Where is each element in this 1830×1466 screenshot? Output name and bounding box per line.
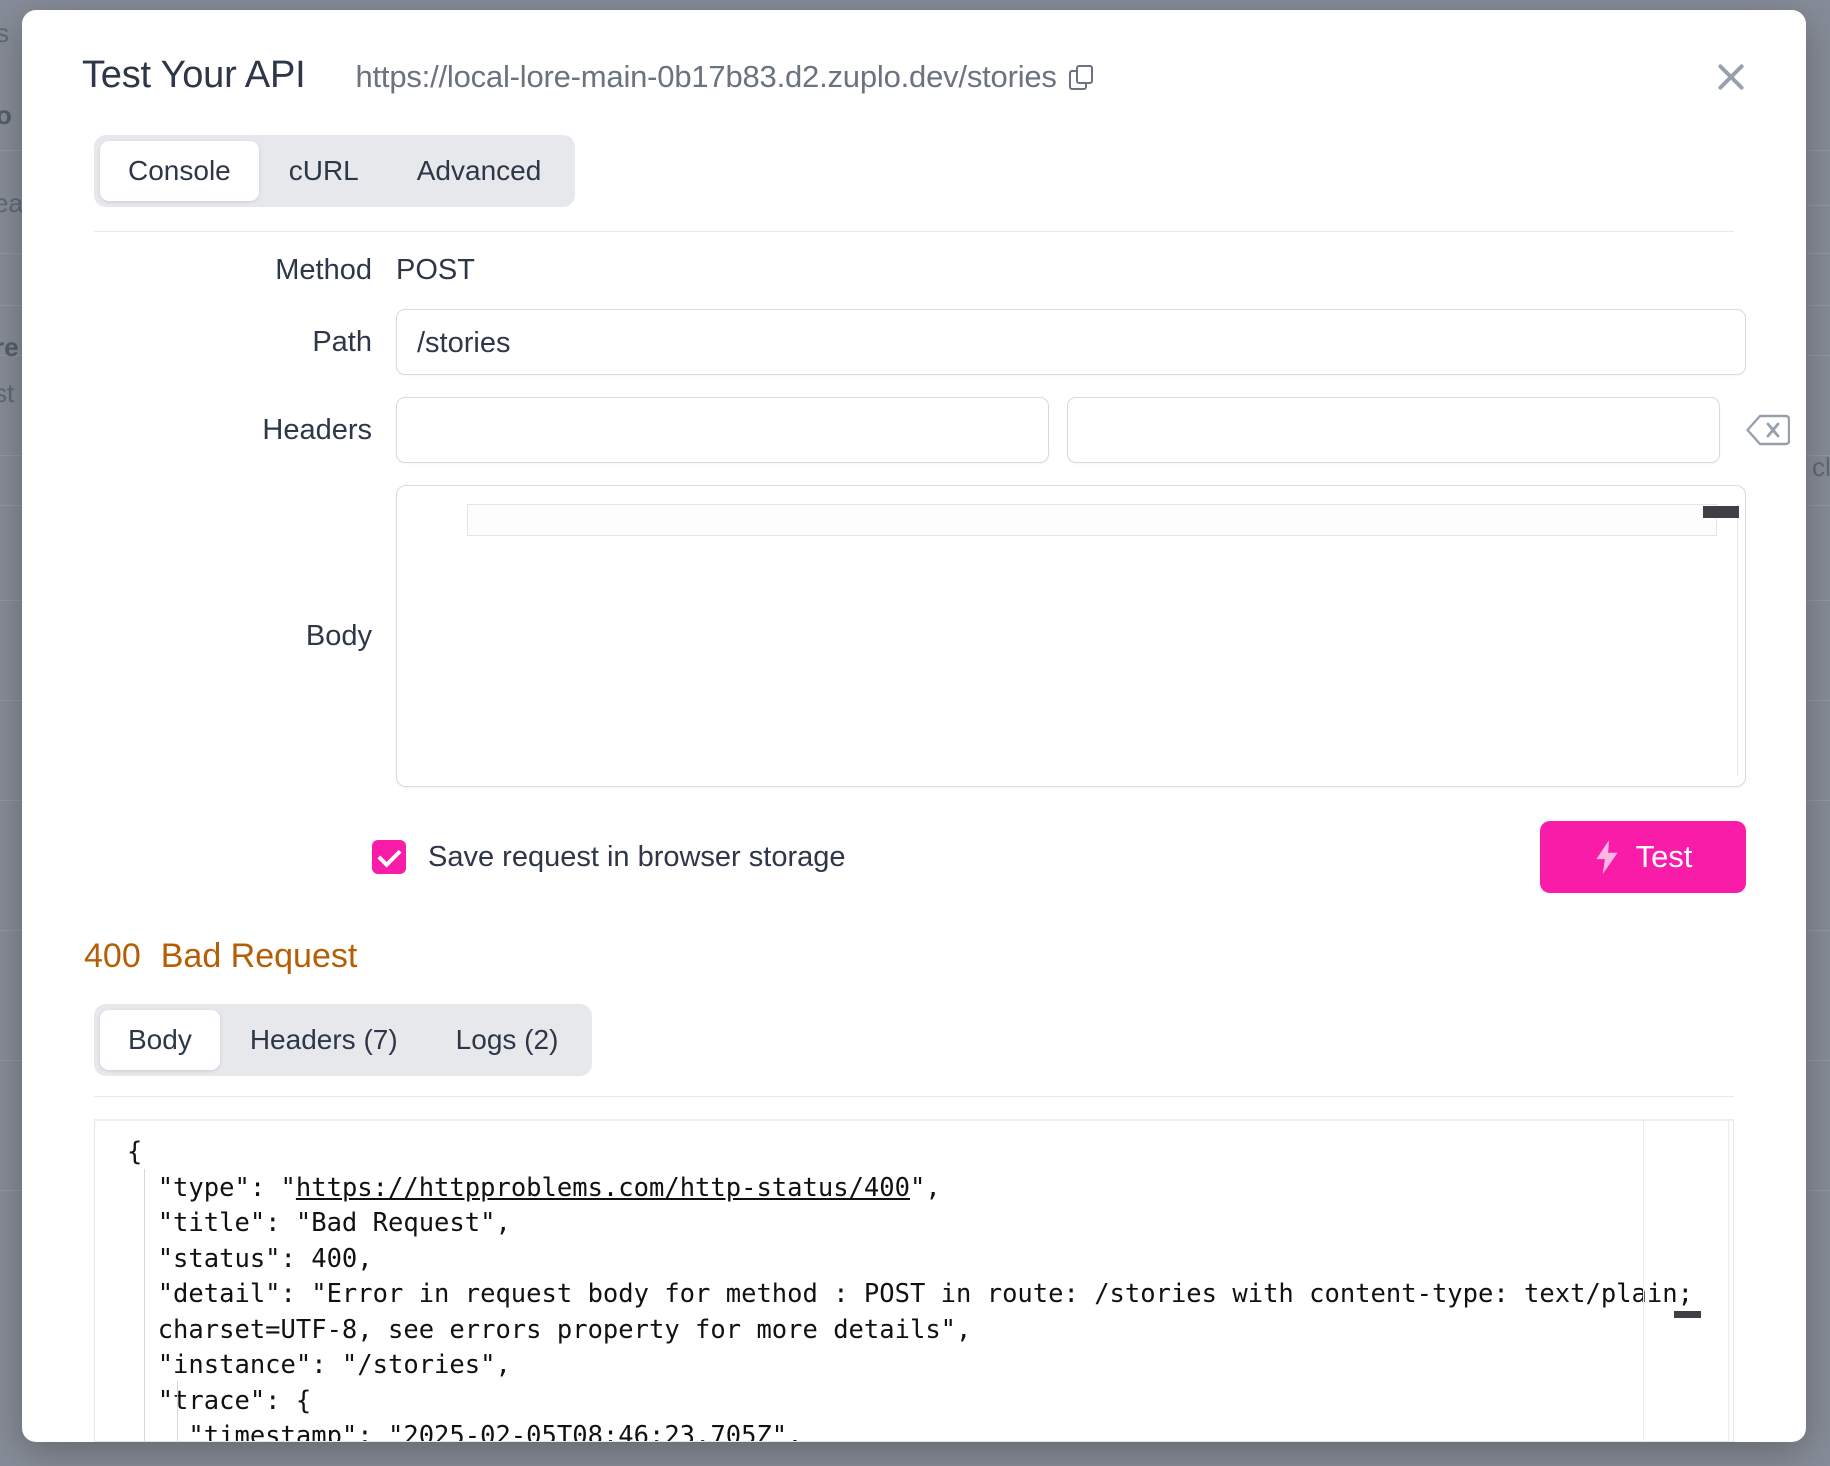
- background-text-fragment: o: [0, 100, 12, 131]
- background-text-fragment: s: [0, 18, 9, 49]
- checkbox-checked-icon[interactable]: [372, 840, 406, 874]
- json-line: "timestamp": "2025-02-05T08:46:23.705Z",: [127, 1421, 803, 1442]
- path-label: Path: [82, 326, 396, 359]
- header-value-input[interactable]: [1067, 397, 1720, 463]
- save-request-label: Save request in browser storage: [428, 841, 846, 874]
- background-text-fragment: st: [0, 378, 14, 409]
- indent-guide: [144, 1169, 145, 1441]
- json-line-suffix: ",: [910, 1173, 941, 1203]
- response-status: 400 Bad Request: [84, 937, 1806, 976]
- status-code: 400: [84, 937, 141, 976]
- copy-icon[interactable]: [1069, 65, 1093, 89]
- tab-response-body[interactable]: Body: [100, 1010, 220, 1070]
- status-text: Bad Request: [161, 937, 358, 976]
- response-divider: [94, 1096, 1734, 1097]
- json-line: "status": 400,: [127, 1244, 373, 1274]
- response-tabs: Body Headers (7) Logs (2): [94, 1004, 592, 1076]
- json-link[interactable]: https://httpproblems.com/http-status/400: [296, 1173, 910, 1203]
- indent-guide: [177, 1381, 178, 1441]
- json-line: {: [127, 1137, 142, 1167]
- test-your-api-modal: Test Your API https://local-lore-main-0b…: [22, 10, 1806, 1442]
- background-text-fragment: ea: [0, 188, 23, 219]
- response-body-viewer[interactable]: { "type": "https://httpproblems.com/http…: [94, 1119, 1734, 1442]
- method-value: POST: [396, 254, 475, 287]
- tab-response-logs[interactable]: Logs (2): [428, 1010, 587, 1070]
- request-tabs: Console cURL Advanced: [94, 135, 575, 207]
- response-viewer-divider: [1643, 1121, 1644, 1441]
- backspace-delete-icon[interactable]: [1746, 413, 1790, 447]
- close-icon[interactable]: [1704, 50, 1758, 104]
- json-line: "trace": {: [127, 1386, 311, 1416]
- lightning-bolt-icon: [1594, 840, 1620, 874]
- response-viewer-divider: [1728, 1121, 1729, 1441]
- path-input[interactable]: /stories: [396, 309, 1746, 375]
- json-line: "detail": "Error in request body for met…: [127, 1279, 1693, 1309]
- test-button-label: Test: [1636, 839, 1693, 875]
- body-editor[interactable]: [396, 485, 1746, 787]
- request-actions: Save request in browser storage Test: [22, 821, 1806, 893]
- modal-header: Test Your API https://local-lore-main-0b…: [22, 10, 1806, 97]
- json-line: "title": "Bad Request",: [127, 1208, 511, 1238]
- tab-response-headers[interactable]: Headers (7): [222, 1010, 426, 1070]
- headers-row: Headers: [82, 397, 1746, 463]
- body-editor-divider: [1737, 504, 1738, 776]
- json-line-prefix: "type": ": [127, 1173, 296, 1203]
- header-divider: [94, 231, 1734, 232]
- body-editor-active-line: [467, 504, 1717, 536]
- json-line: charset=UTF-8, see errors property for m…: [127, 1315, 971, 1345]
- test-button[interactable]: Test: [1540, 821, 1746, 893]
- background-text-fragment: cl: [1812, 452, 1830, 483]
- method-label: Method: [82, 254, 396, 287]
- body-row: Body: [82, 485, 1746, 787]
- json-line: "instance": "/stories",: [127, 1350, 511, 1380]
- page-title: Test Your API: [82, 54, 305, 97]
- body-label: Body: [82, 485, 396, 787]
- tab-curl[interactable]: cURL: [261, 141, 387, 201]
- request-form: Method POST Path /stories Headers Body: [22, 254, 1806, 787]
- response-body-code: { "type": "https://httpproblems.com/http…: [95, 1121, 1733, 1442]
- background-text-fragment: re: [0, 332, 19, 363]
- endpoint-url-text: https://local-lore-main-0b17b83.d2.zuplo…: [355, 59, 1056, 95]
- tab-console[interactable]: Console: [100, 141, 259, 201]
- headers-label: Headers: [82, 414, 396, 447]
- method-row: Method POST: [82, 254, 1746, 287]
- endpoint-url: https://local-lore-main-0b17b83.d2.zuplo…: [355, 59, 1092, 95]
- tab-advanced[interactable]: Advanced: [389, 141, 570, 201]
- path-row: Path /stories: [82, 309, 1746, 375]
- header-name-input[interactable]: [396, 397, 1049, 463]
- body-editor-scrollbar-thumb[interactable]: [1703, 506, 1739, 518]
- response-scrollbar-thumb[interactable]: [1674, 1311, 1701, 1318]
- save-request-checkbox[interactable]: Save request in browser storage: [372, 840, 846, 874]
- json-line: "type": "https://httpproblems.com/http-s…: [127, 1173, 941, 1203]
